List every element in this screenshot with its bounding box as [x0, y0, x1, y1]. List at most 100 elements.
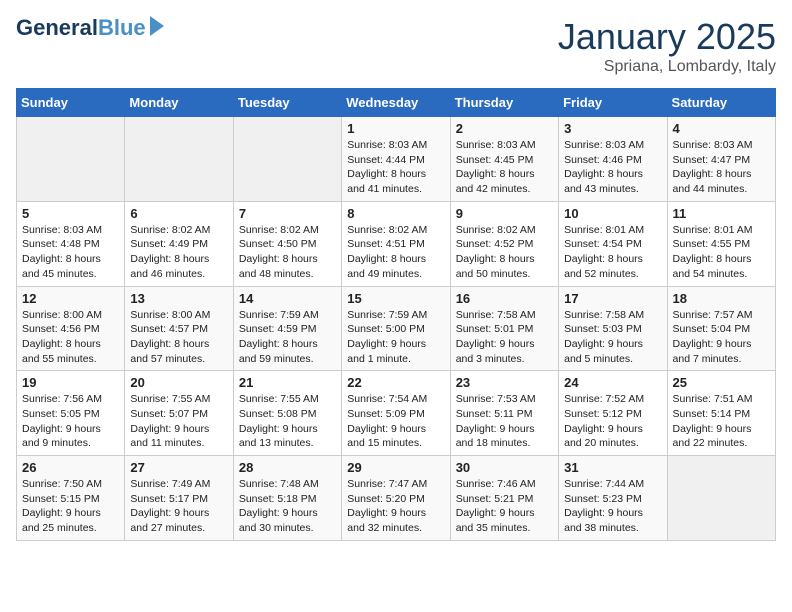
cell-info: Sunrise: 8:02 AMSunset: 4:49 PMDaylight:… — [130, 223, 227, 282]
calendar-cell: 8 Sunrise: 8:02 AMSunset: 4:51 PMDaylight… — [342, 201, 450, 286]
cell-info: Sunrise: 8:03 AMSunset: 4:47 PMDaylight:… — [673, 138, 770, 197]
header-saturday: Saturday — [667, 89, 775, 117]
day-number: 27 — [130, 460, 227, 475]
calendar-table: SundayMondayTuesdayWednesdayThursdayFrid… — [16, 88, 776, 541]
cell-info: Sunrise: 7:58 AMSunset: 5:01 PMDaylight:… — [456, 308, 553, 367]
day-number: 31 — [564, 460, 661, 475]
cell-info: Sunrise: 8:00 AMSunset: 4:56 PMDaylight:… — [22, 308, 119, 367]
header-thursday: Thursday — [450, 89, 558, 117]
calendar-cell: 16 Sunrise: 7:58 AMSunset: 5:01 PMDayligh… — [450, 286, 558, 371]
logo: GeneralBlue — [16, 16, 164, 40]
cell-info: Sunrise: 8:01 AMSunset: 4:54 PMDaylight:… — [564, 223, 661, 282]
day-number: 16 — [456, 291, 553, 306]
day-number: 11 — [673, 206, 770, 221]
cell-info: Sunrise: 7:50 AMSunset: 5:15 PMDaylight:… — [22, 477, 119, 536]
cell-info: Sunrise: 7:52 AMSunset: 5:12 PMDaylight:… — [564, 392, 661, 451]
cell-info: Sunrise: 8:03 AMSunset: 4:44 PMDaylight:… — [347, 138, 444, 197]
cell-info: Sunrise: 7:48 AMSunset: 5:18 PMDaylight:… — [239, 477, 336, 536]
cell-info: Sunrise: 7:44 AMSunset: 5:23 PMDaylight:… — [564, 477, 661, 536]
header-friday: Friday — [559, 89, 667, 117]
day-number: 29 — [347, 460, 444, 475]
calendar-cell: 22 Sunrise: 7:54 AMSunset: 5:09 PMDayligh… — [342, 371, 450, 456]
day-number: 6 — [130, 206, 227, 221]
calendar-cell: 29 Sunrise: 7:47 AMSunset: 5:20 PMDayligh… — [342, 456, 450, 541]
logo-icon — [150, 16, 164, 36]
cell-info: Sunrise: 8:01 AMSunset: 4:55 PMDaylight:… — [673, 223, 770, 282]
day-number: 20 — [130, 375, 227, 390]
day-number: 5 — [22, 206, 119, 221]
day-number: 25 — [673, 375, 770, 390]
calendar-cell — [125, 117, 233, 202]
calendar-cell — [667, 456, 775, 541]
day-number: 2 — [456, 121, 553, 136]
week-row-2: 5 Sunrise: 8:03 AMSunset: 4:48 PMDaylight… — [17, 201, 776, 286]
calendar-cell: 18Sunrise: 7:57 AMSunset: 5:04 PMDayligh… — [667, 286, 775, 371]
page-header: GeneralBlue January 2025 Spriana, Lombar… — [16, 16, 776, 76]
header-tuesday: Tuesday — [233, 89, 341, 117]
week-row-3: 12 Sunrise: 8:00 AMSunset: 4:56 PMDayligh… — [17, 286, 776, 371]
calendar-cell: 21 Sunrise: 7:55 AMSunset: 5:08 PMDayligh… — [233, 371, 341, 456]
cell-info: Sunrise: 8:02 AMSunset: 4:52 PMDaylight:… — [456, 223, 553, 282]
calendar-cell: 10 Sunrise: 8:01 AMSunset: 4:54 PMDayligh… — [559, 201, 667, 286]
day-number: 23 — [456, 375, 553, 390]
day-number: 22 — [347, 375, 444, 390]
calendar-cell: 13 Sunrise: 8:00 AMSunset: 4:57 PMDayligh… — [125, 286, 233, 371]
calendar-cell: 6 Sunrise: 8:02 AMSunset: 4:49 PMDaylight… — [125, 201, 233, 286]
calendar-cell: 17 Sunrise: 7:58 AMSunset: 5:03 PMDayligh… — [559, 286, 667, 371]
calendar-cell: 9 Sunrise: 8:02 AMSunset: 4:52 PMDaylight… — [450, 201, 558, 286]
cell-info: Sunrise: 8:02 AMSunset: 4:50 PMDaylight:… — [239, 223, 336, 282]
cell-info: Sunrise: 8:03 AMSunset: 4:45 PMDaylight:… — [456, 138, 553, 197]
day-number: 10 — [564, 206, 661, 221]
day-number: 1 — [347, 121, 444, 136]
calendar-cell: 19Sunrise: 7:56 AMSunset: 5:05 PMDayligh… — [17, 371, 125, 456]
calendar-cell: 1 Sunrise: 8:03 AMSunset: 4:44 PMDaylight… — [342, 117, 450, 202]
calendar-cell: 4 Sunrise: 8:03 AMSunset: 4:47 PMDaylight… — [667, 117, 775, 202]
day-number: 28 — [239, 460, 336, 475]
calendar-cell: 23 Sunrise: 7:53 AMSunset: 5:11 PMDayligh… — [450, 371, 558, 456]
cell-info: Sunrise: 7:54 AMSunset: 5:09 PMDaylight:… — [347, 392, 444, 451]
day-number: 17 — [564, 291, 661, 306]
cell-info: Sunrise: 7:59 AMSunset: 4:59 PMDaylight:… — [239, 308, 336, 367]
cell-info: Sunrise: 7:53 AMSunset: 5:11 PMDaylight:… — [456, 392, 553, 451]
day-number: 7 — [239, 206, 336, 221]
cell-info: Sunrise: 7:55 AMSunset: 5:07 PMDaylight:… — [130, 392, 227, 451]
header-row: SundayMondayTuesdayWednesdayThursdayFrid… — [17, 89, 776, 117]
calendar-cell: 20 Sunrise: 7:55 AMSunset: 5:07 PMDayligh… — [125, 371, 233, 456]
week-row-4: 19Sunrise: 7:56 AMSunset: 5:05 PMDayligh… — [17, 371, 776, 456]
cell-info: Sunrise: 7:51 AMSunset: 5:14 PMDaylight:… — [673, 392, 770, 451]
day-number: 9 — [456, 206, 553, 221]
calendar-cell: 30 Sunrise: 7:46 AMSunset: 5:21 PMDayligh… — [450, 456, 558, 541]
header-wednesday: Wednesday — [342, 89, 450, 117]
cell-info: Sunrise: 8:02 AMSunset: 4:51 PMDaylight:… — [347, 223, 444, 282]
cell-info: Sunrise: 8:00 AMSunset: 4:57 PMDaylight:… — [130, 308, 227, 367]
cell-info: Sunrise: 8:03 AMSunset: 4:48 PMDaylight:… — [22, 223, 119, 282]
cell-info: Sunrise: 8:03 AMSunset: 4:46 PMDaylight:… — [564, 138, 661, 197]
day-number: 8 — [347, 206, 444, 221]
week-row-5: 26Sunrise: 7:50 AMSunset: 5:15 PMDayligh… — [17, 456, 776, 541]
cell-info: Sunrise: 7:58 AMSunset: 5:03 PMDaylight:… — [564, 308, 661, 367]
day-number: 12 — [22, 291, 119, 306]
cell-info: Sunrise: 7:49 AMSunset: 5:17 PMDaylight:… — [130, 477, 227, 536]
calendar-cell: 24Sunrise: 7:52 AMSunset: 5:12 PMDayligh… — [559, 371, 667, 456]
day-number: 13 — [130, 291, 227, 306]
calendar-cell: 26Sunrise: 7:50 AMSunset: 5:15 PMDayligh… — [17, 456, 125, 541]
month-title: January 2025 — [558, 16, 776, 58]
day-number: 21 — [239, 375, 336, 390]
day-number: 19 — [22, 375, 119, 390]
cell-info: Sunrise: 7:47 AMSunset: 5:20 PMDaylight:… — [347, 477, 444, 536]
day-number: 15 — [347, 291, 444, 306]
calendar-cell: 31 Sunrise: 7:44 AMSunset: 5:23 PMDayligh… — [559, 456, 667, 541]
calendar-cell: 12 Sunrise: 8:00 AMSunset: 4:56 PMDayligh… — [17, 286, 125, 371]
calendar-cell: 11 Sunrise: 8:01 AMSunset: 4:55 PMDayligh… — [667, 201, 775, 286]
cell-info: Sunrise: 7:55 AMSunset: 5:08 PMDaylight:… — [239, 392, 336, 451]
day-number: 14 — [239, 291, 336, 306]
day-number: 4 — [673, 121, 770, 136]
week-row-1: 1 Sunrise: 8:03 AMSunset: 4:44 PMDaylight… — [17, 117, 776, 202]
calendar-cell: 7 Sunrise: 8:02 AMSunset: 4:50 PMDaylight… — [233, 201, 341, 286]
cell-info: Sunrise: 7:46 AMSunset: 5:21 PMDaylight:… — [456, 477, 553, 536]
day-number: 3 — [564, 121, 661, 136]
calendar-cell: 14 Sunrise: 7:59 AMSunset: 4:59 PMDayligh… — [233, 286, 341, 371]
calendar-cell — [17, 117, 125, 202]
day-number: 30 — [456, 460, 553, 475]
cell-info: Sunrise: 7:59 AMSunset: 5:00 PMDaylight:… — [347, 308, 444, 367]
